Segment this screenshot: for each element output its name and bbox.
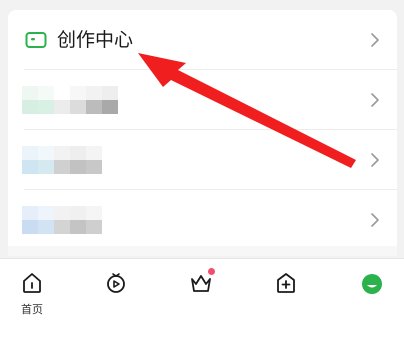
notification-badge: [208, 268, 215, 275]
tab-home[interactable]: 首页: [8, 267, 56, 317]
blurred-item-content: [22, 86, 118, 114]
profile-avatar-icon: [362, 274, 382, 294]
video-camera-icon: [25, 32, 47, 48]
menu-item-blurred-1[interactable]: [8, 70, 397, 130]
video-icon: [107, 273, 125, 293]
app-screen: 创作中心 首页: [0, 0, 404, 351]
tab-home-label: 首页: [21, 303, 43, 316]
chevron-right-icon: [371, 153, 379, 167]
chevron-right-icon: [371, 33, 379, 47]
home-icon: [23, 273, 41, 293]
menu-item-creator-center[interactable]: 创作中心: [8, 10, 397, 70]
tab-add[interactable]: [262, 267, 310, 317]
blurred-item-content: [22, 206, 102, 234]
tab-profile[interactable]: [348, 267, 396, 317]
tab-crown[interactable]: [177, 267, 225, 317]
menu-item-blurred-2[interactable]: [8, 130, 397, 190]
list-bottom-fade: [8, 246, 397, 256]
chevron-right-icon: [371, 93, 379, 107]
menu-card: 创作中心: [8, 10, 397, 252]
blurred-item-content: [22, 146, 102, 174]
menu-item-blurred-3[interactable]: [8, 190, 397, 250]
bottom-tab-bar: 首页: [0, 258, 404, 351]
chevron-right-icon: [371, 213, 379, 227]
creator-center-label: 创作中心: [57, 29, 134, 51]
tab-video[interactable]: [92, 267, 140, 317]
add-icon: [277, 273, 295, 293]
